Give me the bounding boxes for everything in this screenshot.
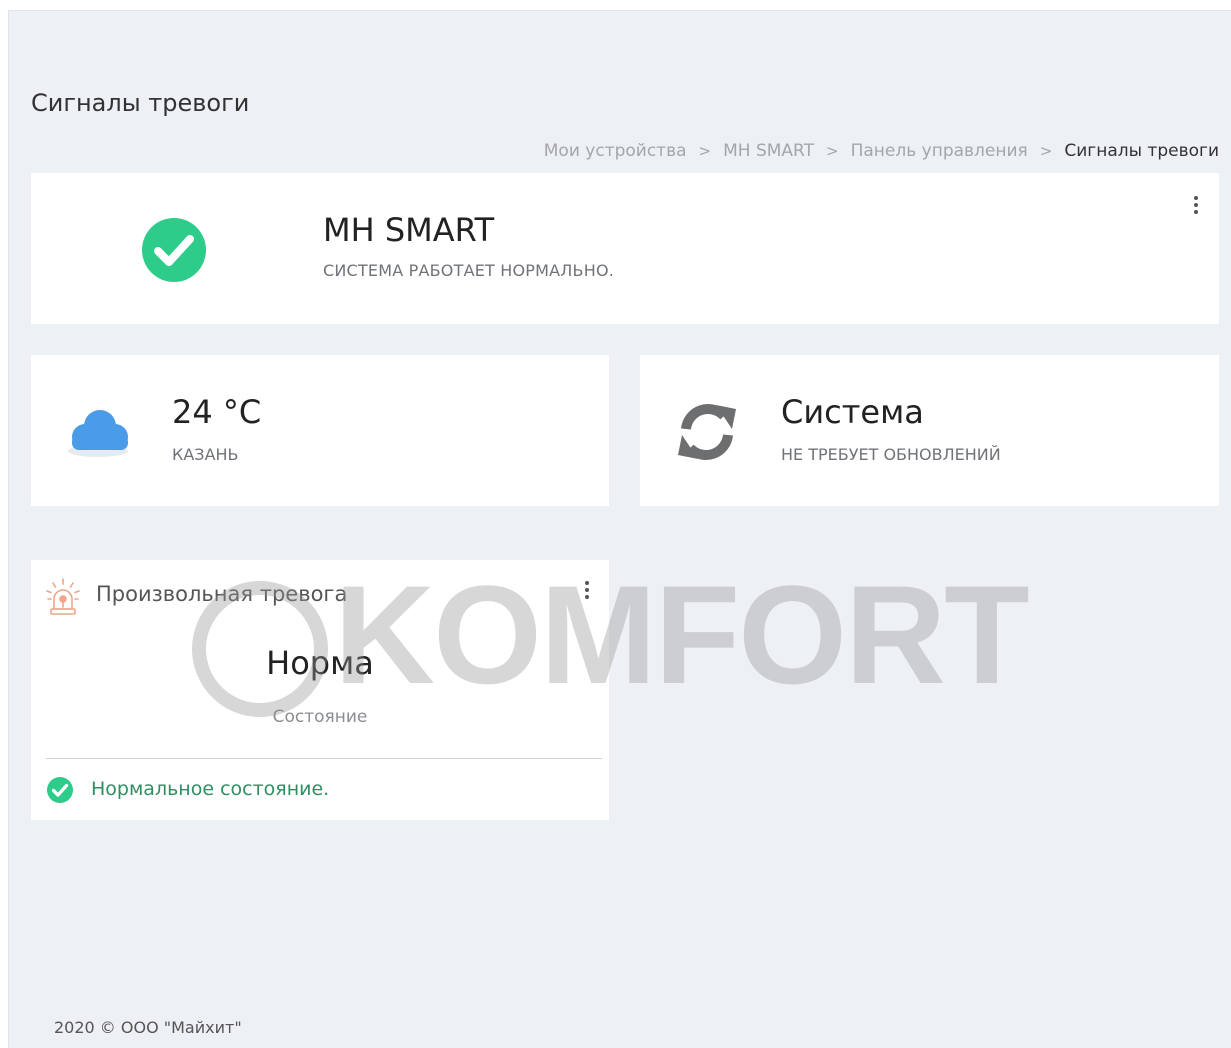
- breadcrumb-item-device[interactable]: MH SMART: [723, 141, 814, 161]
- system-update-card: Система НЕ ТРЕБУЕТ ОБНОВЛЕНИЙ: [640, 355, 1219, 506]
- weather-card: 24 °C КАЗАНЬ: [31, 355, 609, 506]
- breadcrumb-separator: >: [698, 142, 712, 160]
- page-content: Сигналы тревоги Мои устройства > MH SMART >…: [8, 10, 1231, 1048]
- breadcrumb-item-control-panel[interactable]: Панель управления: [851, 141, 1028, 161]
- cloud-icon: [68, 410, 128, 457]
- alarm-state-value: Норма: [266, 644, 374, 682]
- footer-copyright: 2020 © ООО "Майхит": [54, 1018, 242, 1037]
- check-circle-icon: [47, 777, 73, 803]
- device-status-text: СИСТЕМА РАБОТАЕТ НОРМАЛЬНО.: [323, 261, 615, 280]
- breadcrumb-item-my-devices[interactable]: Мои устройства: [544, 141, 687, 161]
- more-options-icon[interactable]: [1186, 193, 1206, 219]
- alarm-title: Произвольная тревога: [96, 582, 348, 606]
- page-title: Сигналы тревоги: [31, 89, 250, 117]
- alarm-card: Произвольная тревога Норма Состояние Нор…: [31, 560, 609, 820]
- update-status-text: НЕ ТРЕБУЕТ ОБНОВЛЕНИЙ: [781, 445, 1001, 464]
- more-options-icon[interactable]: [577, 578, 597, 604]
- breadcrumb-separator: >: [1039, 142, 1053, 160]
- alarm-status-message: Нормальное состояние.: [91, 778, 330, 800]
- check-circle-icon: [142, 218, 206, 282]
- breadcrumb-item-current: Сигналы тревоги: [1064, 141, 1219, 161]
- temperature-value: 24 °C: [172, 393, 262, 431]
- alarm-state-caption: Состояние: [272, 707, 368, 727]
- siren-icon: [46, 578, 80, 615]
- breadcrumb: Мои устройства > MH SMART > Панель управлени…: [544, 141, 1219, 161]
- device-name: MH SMART: [323, 211, 495, 249]
- city-name: КАЗАНЬ: [172, 445, 239, 464]
- breadcrumb-separator: >: [826, 142, 839, 160]
- refresh-icon: [678, 404, 736, 460]
- divider: [46, 758, 602, 759]
- system-title: Система: [781, 393, 924, 431]
- device-status-card: MH SMART СИСТЕМА РАБОТАЕТ НОРМАЛЬНО.: [31, 173, 1219, 324]
